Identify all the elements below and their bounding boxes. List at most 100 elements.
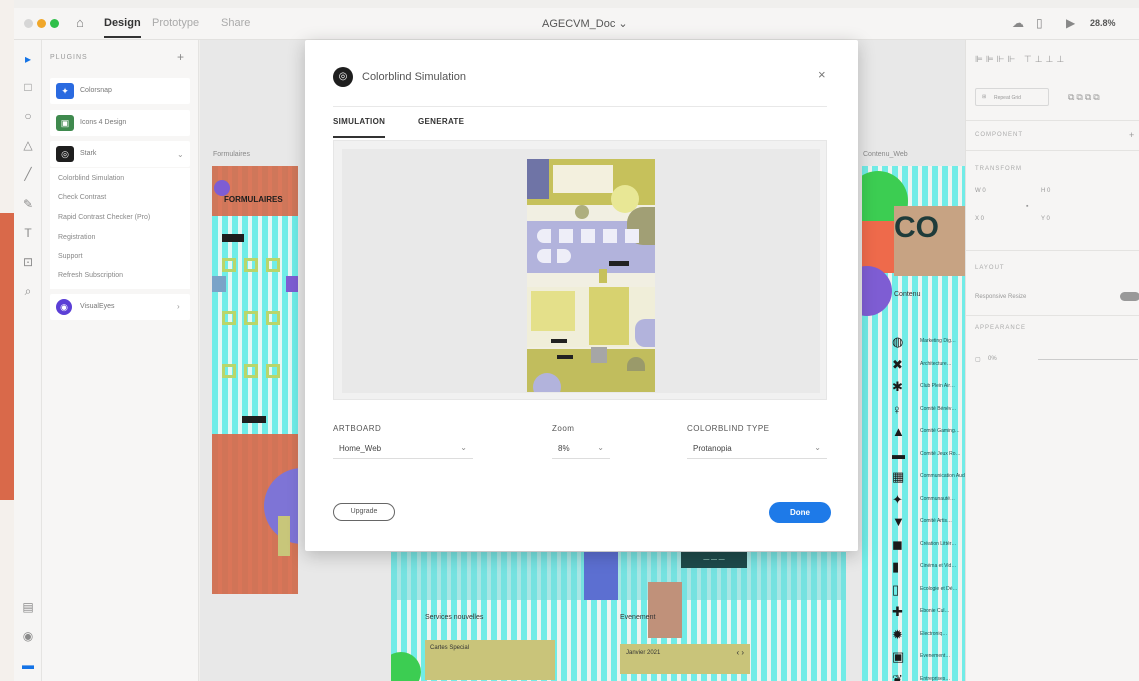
chevron-down-icon[interactable]: ⌄ xyxy=(177,150,184,159)
maximize-window-button[interactable] xyxy=(50,19,59,28)
category-list-item[interactable]: ✦ Communauté… xyxy=(892,492,965,510)
tab-share[interactable]: Share xyxy=(221,17,250,29)
category-label: Ebonie Cul… xyxy=(920,608,950,614)
artboard-label-contenu-web[interactable]: Contenu_Web xyxy=(863,151,908,158)
pen-tool-icon[interactable]: ✎ xyxy=(14,197,42,211)
category-list-item[interactable]: ▲ Comité Gaming… xyxy=(892,424,965,442)
cmd-rapid-contrast[interactable]: Rapid Contrast Checker (Pro) xyxy=(58,214,150,221)
align-icons[interactable]: ⊫⊫⊩⊩ ⊤⊥⊥⊥ xyxy=(975,54,1067,65)
line-tool-icon[interactable]: ╱ xyxy=(14,167,42,181)
category-icon: ▣ xyxy=(892,649,905,664)
preview-block xyxy=(527,159,549,199)
category-list-item[interactable]: ▯ Ecologie et Dé… xyxy=(892,582,965,600)
x-field[interactable]: X 0 xyxy=(975,216,984,222)
category-list-item[interactable]: ❦ Entreprises… xyxy=(892,672,965,681)
colorblind-type-select[interactable]: Protanopia ⌄ xyxy=(687,437,827,459)
chevron-right-icon[interactable]: › xyxy=(177,302,180,311)
artboard-label-formulaires[interactable]: Formulaires xyxy=(213,151,250,158)
category-list-item[interactable]: ◼ Création Littér… xyxy=(892,537,965,555)
category-icon: ▮ xyxy=(892,559,900,574)
responsive-resize-toggle[interactable] xyxy=(1120,292,1139,301)
date-card-nav[interactable]: ‹ › xyxy=(736,648,744,657)
category-label: Comité Jeux Ro… xyxy=(920,450,961,457)
home-icon[interactable]: ⌂ xyxy=(76,15,84,30)
category-list-item[interactable]: ✚ Ebonie Cul… xyxy=(892,604,965,622)
document-title[interactable]: AGECVM_Doc ⌄ xyxy=(542,17,628,30)
repeat-grid-label: Repeat Grid xyxy=(994,95,1021,101)
preview-area xyxy=(342,149,820,393)
done-button[interactable]: Done xyxy=(769,502,831,523)
tab-design[interactable]: Design xyxy=(104,17,141,38)
repeat-grid-button[interactable]: ⊞ Repeat Grid xyxy=(975,88,1049,106)
opacity-field[interactable]: 0% xyxy=(988,356,997,362)
close-icon[interactable]: × xyxy=(818,67,826,82)
close-window-button[interactable] xyxy=(24,19,33,28)
y-field[interactable]: Y 0 xyxy=(1041,216,1050,222)
tab-generate[interactable]: GENERATE xyxy=(418,117,464,126)
cmd-refresh-subscription[interactable]: Refresh Subscription xyxy=(58,272,123,279)
zoom-tool-icon[interactable]: ⌕ xyxy=(14,284,42,299)
category-list-item[interactable]: ▦ Communication Audiovisuelle xyxy=(892,469,965,487)
document-assets-icon[interactable]: ▤ xyxy=(14,600,42,614)
width-field[interactable]: W 0 xyxy=(975,188,986,194)
lock-icon[interactable]: ▪ xyxy=(1026,203,1028,210)
zoom-level[interactable]: 28.8% xyxy=(1090,18,1116,28)
ellipse-tool-icon[interactable]: ○ xyxy=(14,109,42,123)
small-button xyxy=(242,416,266,423)
image-tile xyxy=(244,258,258,272)
cloud-icon[interactable]: ☁ xyxy=(1012,16,1024,30)
layout-label: LAYOUT xyxy=(975,265,1005,271)
plugin-visualeyes[interactable]: ◉ VisualEyes › xyxy=(50,294,190,320)
text-tool-icon[interactable]: T xyxy=(14,226,42,240)
chevron-down-icon: ⌄ xyxy=(814,443,821,452)
plugins-icon[interactable]: ▬ xyxy=(14,658,42,672)
triangle-tool-icon[interactable]: △ xyxy=(14,138,42,152)
boolean-ops-icons[interactable]: ⧉⧉⧉⧉ xyxy=(1068,92,1102,103)
add-component-icon[interactable]: + xyxy=(1129,130,1134,140)
category-list-item[interactable]: ▮ Cinéma et Vid… xyxy=(892,559,965,577)
plugin-icons-4-design[interactable]: ▣ Icons 4 Design xyxy=(50,110,190,136)
plugin-stark[interactable]: ◎ Stark ⌄ xyxy=(50,141,190,167)
category-icon: ✖ xyxy=(892,356,903,372)
tab-simulation[interactable]: SIMULATION xyxy=(333,117,386,138)
artboard-contenu-web[interactable]: CO Contenu ◍ Marketing Dig… ✖ Architecture…… xyxy=(862,166,965,681)
category-list-item[interactable]: ✖ Architecture… xyxy=(892,357,965,375)
zoom-select[interactable]: 8% ⌄ xyxy=(552,437,610,459)
category-list-item[interactable]: ▣ Evenement… xyxy=(892,649,965,667)
image-tile xyxy=(266,311,280,325)
category-list-item[interactable]: ✱ Club Plein Air… xyxy=(892,379,965,397)
add-plugin-button[interactable]: + xyxy=(177,50,184,64)
category-list-item[interactable]: ✹ Electroniq… xyxy=(892,627,965,645)
image-tile xyxy=(222,364,236,378)
height-field[interactable]: H 0 xyxy=(1041,188,1050,194)
layers-icon[interactable]: ◉ xyxy=(14,629,42,643)
category-icon: ▬ xyxy=(892,446,905,462)
play-icon[interactable]: ▶ xyxy=(1066,16,1075,30)
select-tool-icon[interactable]: ▸ xyxy=(14,52,42,66)
cmd-registration[interactable]: Registration xyxy=(58,234,95,241)
opacity-slider[interactable] xyxy=(1038,359,1138,360)
plugin-colorsnap[interactable]: ✦ Colorsnap xyxy=(50,78,190,104)
cmd-support[interactable]: Support xyxy=(58,253,83,260)
preview-semicircle xyxy=(635,319,655,347)
device-preview-icon[interactable]: ▯ xyxy=(1036,16,1043,30)
rectangle-tool-icon[interactable]: □ xyxy=(14,80,42,94)
cmd-colorblind-simulation[interactable]: Colorblind Simulation xyxy=(58,175,124,182)
artboard-home-bottom[interactable]: — — — Services nouvelles Evenement Carte… xyxy=(391,552,846,681)
component-label: COMPONENT xyxy=(975,132,1023,138)
upgrade-button[interactable]: Upgrade xyxy=(333,503,395,521)
artboard-formulaires[interactable]: FORMULAIRES xyxy=(212,166,298,594)
category-list-item[interactable]: ♀ Comité Bénév… xyxy=(892,402,965,420)
category-list-item[interactable]: ◍ Marketing Dig… xyxy=(892,334,965,352)
cmd-check-contrast[interactable]: Check Contrast xyxy=(58,194,106,201)
shape-bar xyxy=(584,552,618,600)
image-tile xyxy=(244,364,258,378)
formulaires-heading: FORMULAIRES xyxy=(224,195,283,204)
minimize-window-button[interactable] xyxy=(37,19,46,28)
category-list-item[interactable]: ▼ Comité Artis… xyxy=(892,514,965,532)
artboard-select[interactable]: Home_Web ⌄ xyxy=(333,437,473,459)
artboard-value: Home_Web xyxy=(339,444,382,453)
artboard-tool-icon[interactable]: ⊡ xyxy=(14,255,42,269)
category-list-item[interactable]: ▬ Comité Jeux Ro… xyxy=(892,447,965,465)
tab-prototype[interactable]: Prototype xyxy=(152,17,199,29)
